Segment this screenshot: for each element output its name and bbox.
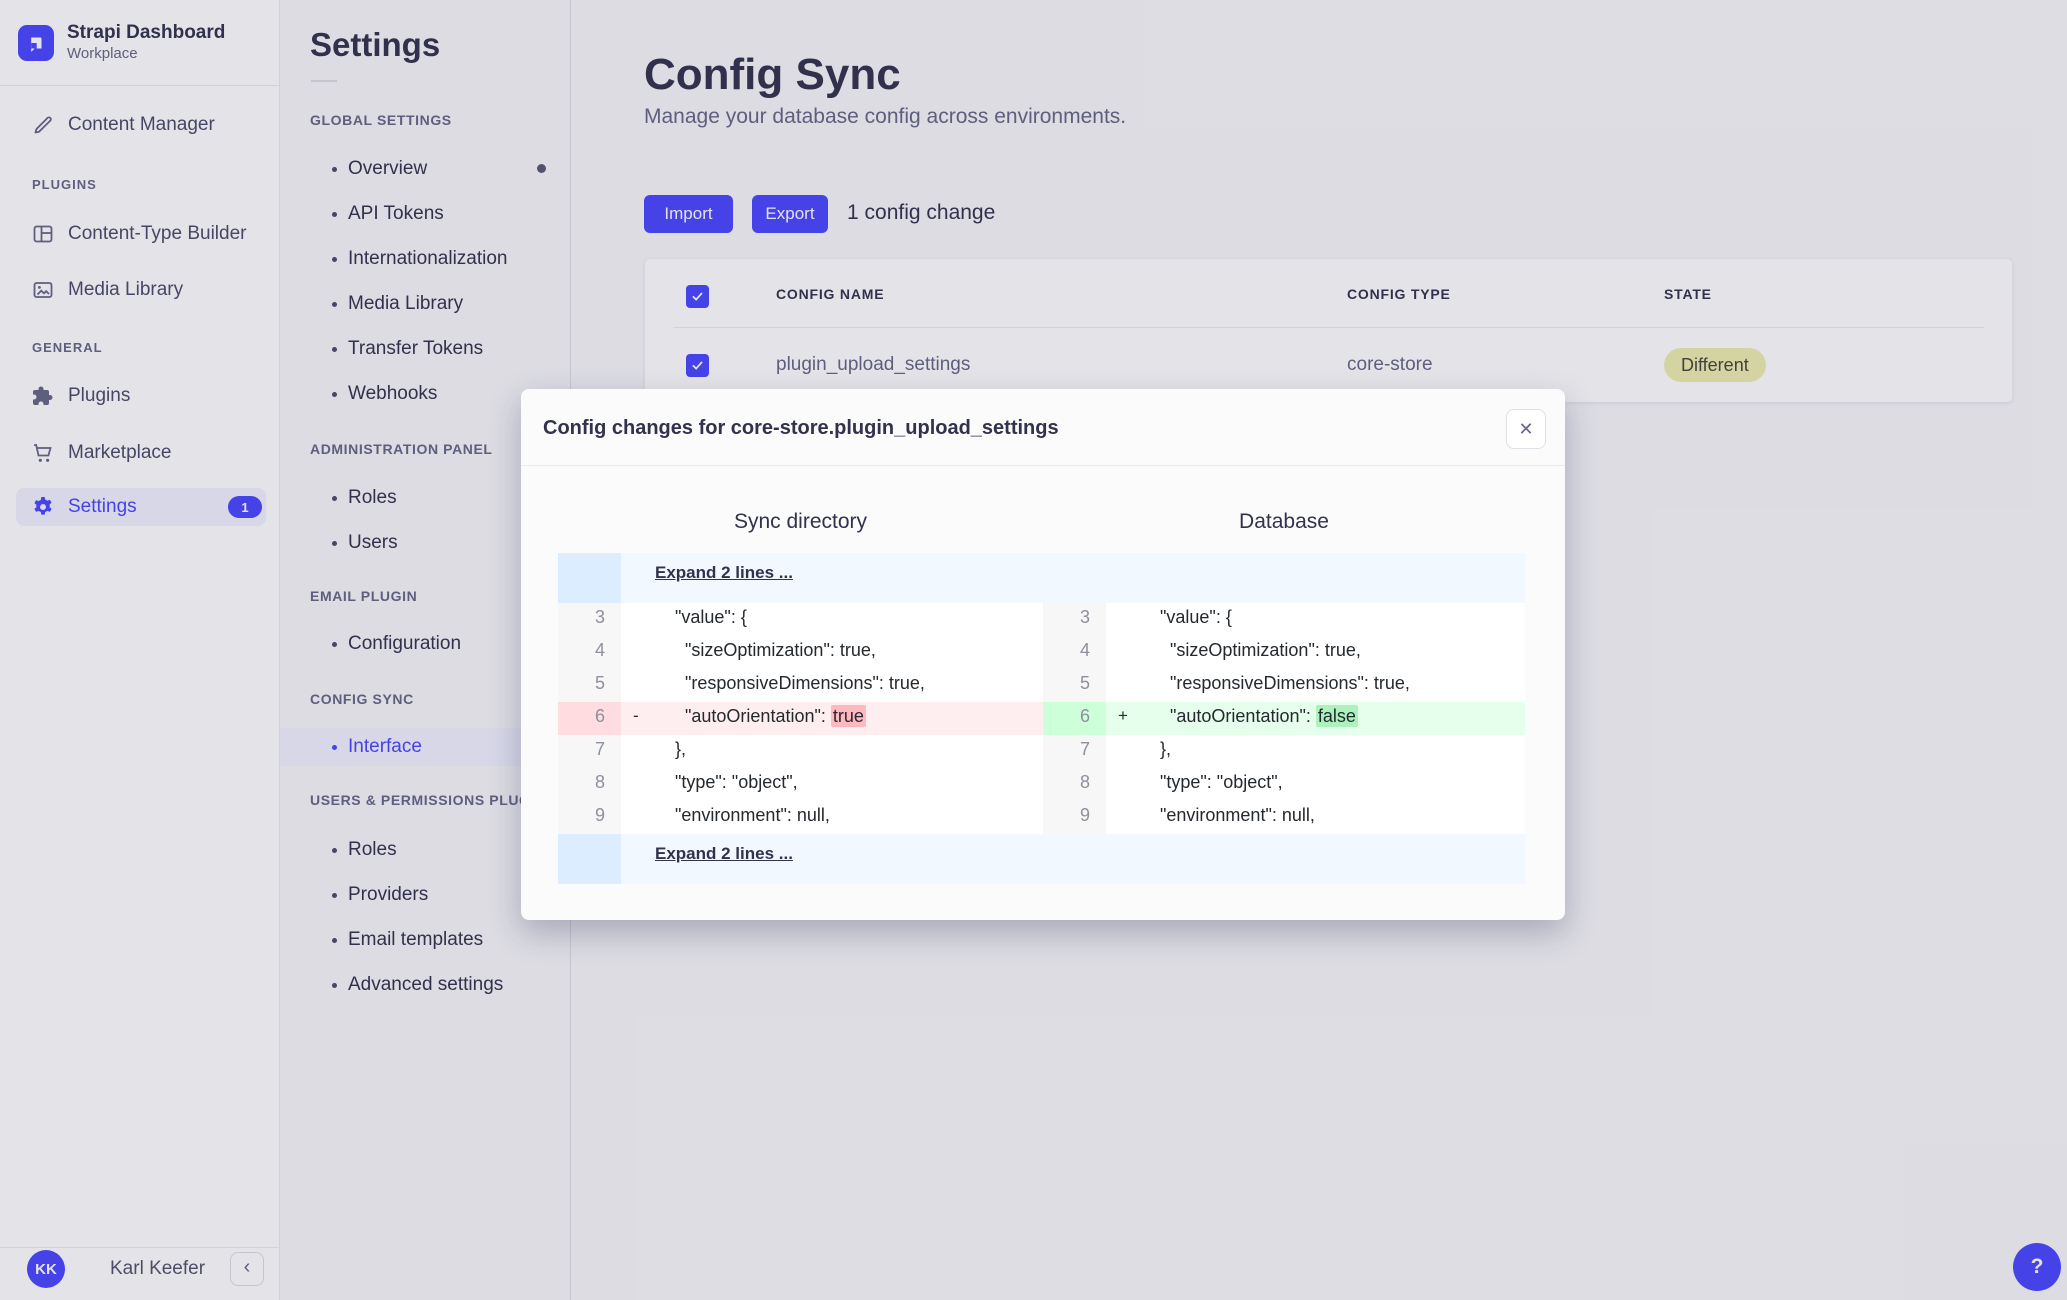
line-number: 8 bbox=[558, 768, 621, 801]
line-number: 4 bbox=[558, 636, 621, 669]
diff-line-8: 8 "type": "object", 8 "type": "object", bbox=[558, 768, 1525, 801]
line-number: 7 bbox=[558, 735, 621, 768]
line-number: 3 bbox=[558, 603, 621, 636]
code-text: "environment": null, bbox=[1150, 801, 1525, 834]
line-number: 7 bbox=[1043, 735, 1106, 768]
diff-left-title: Sync directory bbox=[733, 510, 868, 533]
diff-viewer: Expand 2 lines ... 3 "value": { 3 "value… bbox=[558, 553, 1525, 884]
fold-gutter bbox=[558, 553, 621, 603]
diff-line-7: 7 }, 7 }, bbox=[558, 735, 1525, 768]
modal-header-divider bbox=[521, 465, 1565, 466]
removed-marker: - bbox=[621, 702, 665, 735]
line-number: 9 bbox=[558, 801, 621, 834]
line-number: 4 bbox=[1043, 636, 1106, 669]
diff-fold-row-bottom: Expand 2 lines ... bbox=[558, 834, 1525, 884]
removed-word: true bbox=[830, 705, 866, 727]
line-number: 9 bbox=[1043, 801, 1106, 834]
line-number: 6 bbox=[1043, 702, 1106, 735]
expand-lines-link-bottom[interactable]: Expand 2 lines ... bbox=[655, 844, 793, 864]
line-number: 5 bbox=[558, 669, 621, 702]
code-text: "sizeOptimization": true, bbox=[1150, 636, 1525, 669]
code-text-added: "autoOrientation": false bbox=[1150, 702, 1525, 735]
app-root: Strapi Dashboard Workplace Content Manag… bbox=[0, 0, 2067, 1300]
line-number: 5 bbox=[1043, 669, 1106, 702]
code-text: "responsiveDimensions": true, bbox=[1150, 669, 1525, 702]
fold-gutter bbox=[558, 834, 621, 884]
line-number: 8 bbox=[1043, 768, 1106, 801]
code-text: "responsiveDimensions": true, bbox=[665, 669, 1043, 702]
code-text-removed: "autoOrientation": true bbox=[665, 702, 1043, 735]
code-text: }, bbox=[665, 735, 1043, 768]
line-number: 6 bbox=[558, 702, 621, 735]
diff-line-5: 5 "responsiveDimensions": true, 5 "respo… bbox=[558, 669, 1525, 702]
code-text: "type": "object", bbox=[665, 768, 1043, 801]
modal-close-button[interactable]: ✕ bbox=[1506, 409, 1546, 449]
added-word: false bbox=[1315, 705, 1358, 727]
code-text: }, bbox=[1150, 735, 1525, 768]
diff-line-4: 4 "sizeOptimization": true, 4 "sizeOptim… bbox=[558, 636, 1525, 669]
code-text: "value": { bbox=[665, 603, 1043, 636]
modal-title: Config changes for core-store.plugin_upl… bbox=[543, 417, 1059, 439]
code-text: "environment": null, bbox=[665, 801, 1043, 834]
code-text: "sizeOptimization": true, bbox=[665, 636, 1043, 669]
line-number: 3 bbox=[1043, 603, 1106, 636]
diff-line-9: 9 "environment": null, 9 "environment": … bbox=[558, 801, 1525, 834]
diff-line-3: 3 "value": { 3 "value": { bbox=[558, 603, 1525, 636]
diff-line-6-changed: 6 - "autoOrientation": true 6 + "autoOri… bbox=[558, 702, 1525, 735]
diff-fold-row-top: Expand 2 lines ... bbox=[558, 553, 1525, 603]
close-icon: ✕ bbox=[1518, 418, 1534, 439]
diff-right-title: Database bbox=[1239, 510, 1329, 533]
expand-lines-link-top[interactable]: Expand 2 lines ... bbox=[655, 563, 793, 583]
added-marker: + bbox=[1106, 702, 1150, 735]
code-text: "type": "object", bbox=[1150, 768, 1525, 801]
config-diff-modal: Config changes for core-store.plugin_upl… bbox=[521, 389, 1565, 920]
code-text: "value": { bbox=[1150, 603, 1525, 636]
